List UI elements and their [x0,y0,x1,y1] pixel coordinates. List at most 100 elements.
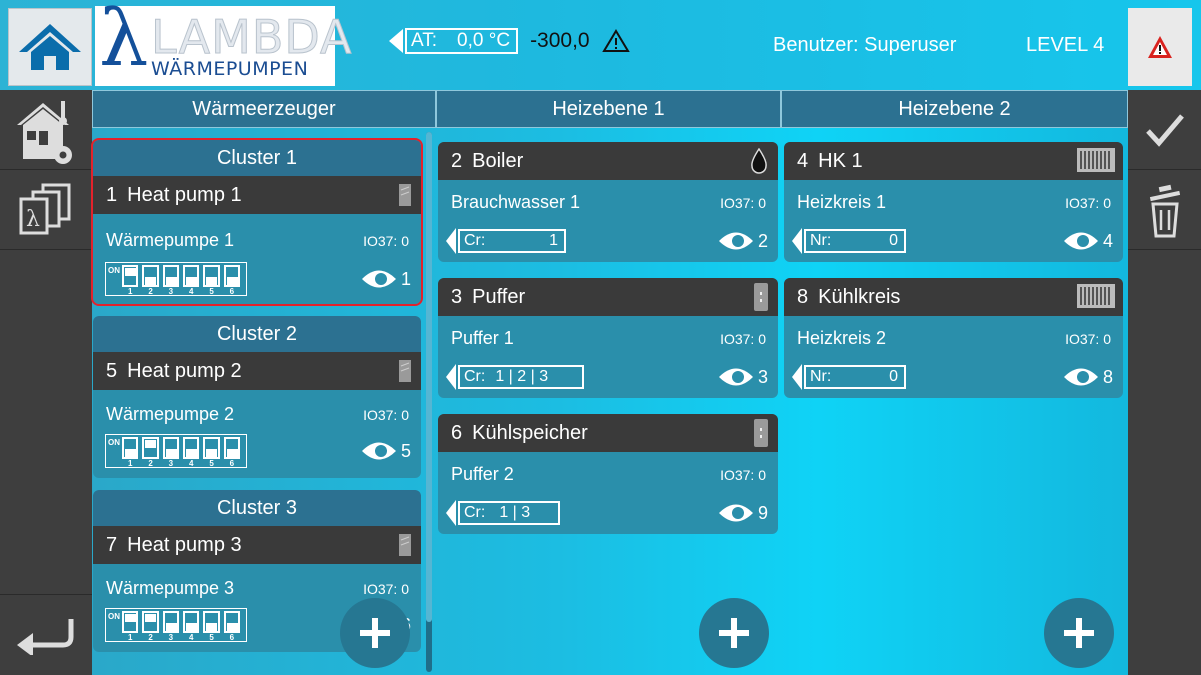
view-count: 3 [757,366,768,387]
device-header[interactable]: 3 Puffer [438,278,778,316]
cluster-ref-field[interactable]: Cr: 1 [458,229,566,253]
alert-button[interactable] [1128,8,1192,86]
view-indicator[interactable]: 9 [718,502,768,524]
add-heizebene-2-button[interactable] [1044,598,1114,668]
circuit-number[interactable]: Nr: 0 [792,364,906,390]
dip-switch-toggle[interactable]: 5 [203,437,220,468]
cluster-title: Cluster 1 [93,140,421,176]
cluster-ref[interactable]: Cr: 1 [446,228,566,254]
device-code: IO37: 0 [1065,331,1111,347]
dip-switch-toggle[interactable]: 2 [142,611,159,642]
view-indicator[interactable]: 4 [1063,230,1113,252]
dip-switch-toggle[interactable]: 1 [122,265,139,296]
cluster-ref-label: Cr: [464,504,486,521]
device-header[interactable]: 2 Boiler [438,142,778,180]
device-header[interactable]: 5 Heat pump 2 [93,352,421,390]
add-heizebene-1-button[interactable] [699,598,769,668]
access-level: LEVEL 4 [1026,34,1105,56]
trash-icon [1149,184,1180,237]
outdoor-temp-group[interactable]: AT: 0,0 °C -300,0 [389,28,630,54]
device-header[interactable]: 6 Kühlspeicher [438,414,778,452]
caret-left-icon [792,228,802,254]
cluster-title: Cluster 2 [93,316,421,352]
view-indicator[interactable]: 8 [1063,366,1113,388]
dip-switch-toggle[interactable]: 3 [162,437,179,468]
devices-button[interactable]: λ [0,170,92,250]
scrollbar-thumb[interactable] [426,132,432,622]
view-indicator[interactable]: 3 [718,366,768,388]
cluster-ref[interactable]: Cr: 1 | 3 [446,500,560,526]
home-button[interactable] [8,8,92,86]
dip-switch-toggle[interactable]: 1 [122,611,139,642]
circuit-number-field[interactable]: Nr: 0 [804,229,906,253]
dip-switch-toggle[interactable]: 3 [162,265,179,296]
dip-switch-toggle[interactable]: 6 [223,611,240,642]
back-button[interactable] [0,595,92,675]
dip-on-label: ON [108,266,120,275]
dip-switch-toggle[interactable]: 5 [203,611,220,642]
main-content: Wärmeerzeuger Heizebene 1 Heizebene 2 Cl… [91,90,1128,675]
eye-icon [718,504,753,522]
dip-switch-number: 3 [168,459,174,468]
dip-switch-toggle[interactable]: 2 [142,437,159,468]
dip-switch[interactable]: ON 1 2 3 4 5 6 [105,262,247,296]
dip-switch-number: 1 [128,287,133,296]
dip-switch-toggle[interactable]: 4 [182,611,200,642]
caret-left-icon [792,364,802,390]
circuit-number-field[interactable]: Nr: 0 [804,365,906,389]
column-header-waermeerzeuger: Wärmeerzeuger [92,90,436,128]
dip-switch-toggle[interactable]: 6 [223,265,240,296]
view-count: 4 [1102,230,1113,251]
outdoor-temp-box[interactable]: AT: 0,0 °C [389,28,519,54]
tank-icon [754,283,768,311]
dip-on-label: ON [108,438,120,447]
device-subtitle: Heizkreis 1 [797,192,887,212]
cluster-scrollbar[interactable] [426,132,432,672]
dip-switch-toggle[interactable]: 2 [142,265,159,296]
dip-switch-knob [226,277,238,285]
device-card-hk1[interactable]: 4 HK 1 Heizkreis 1 IO37: 0 Nr: 0 4 [784,142,1123,262]
device-header[interactable]: 1 Heat pump 1 [93,176,421,214]
device-header[interactable]: 4 HK 1 [784,142,1123,180]
confirm-button[interactable] [1128,90,1201,170]
dip-switch[interactable]: ON 1 2 3 4 5 6 [105,608,247,642]
device-number: 5 [106,359,118,382]
dip-switch-toggle[interactable]: 4 [182,437,200,468]
dip-switch-number: 1 [128,633,133,642]
cluster-ref-field[interactable]: Cr: 1 | 2 | 3 [458,365,584,389]
cluster-ref-field[interactable]: Cr: 1 | 3 [458,501,560,525]
system-settings-button[interactable] [0,90,92,170]
device-number: 2 [451,149,463,172]
circuit-number[interactable]: Nr: 0 [792,228,906,254]
warning-icon [601,29,630,52]
dip-switch-knob [226,623,238,631]
dip-switch-toggle[interactable]: 1 [122,437,139,468]
device-card-boiler[interactable]: 2 Boiler Brauchwasser 1 IO37: 0 Cr: 1 2 [438,142,778,262]
view-indicator[interactable]: 5 [361,440,411,462]
device-name: Puffer [472,285,526,308]
check-icon [1145,113,1184,147]
dip-switch-knob [206,277,218,285]
dip-switch-number: 2 [148,633,153,642]
column-header-heizebene-2: Heizebene 2 [781,90,1128,128]
lambda-symbol: λ [99,0,149,84]
device-card-kuehlspeicher[interactable]: 6 Kühlspeicher Puffer 2 IO37: 0 Cr: 1 | … [438,414,778,534]
cluster-card[interactable]: Cluster 2 5 Heat pump 2 Wärmepumpe 2 IO3… [93,316,421,478]
device-header[interactable]: 8 Kühlkreis [784,278,1123,316]
view-indicator[interactable]: 2 [718,230,768,252]
dip-switch-toggle[interactable]: 3 [162,611,179,642]
cluster-ref[interactable]: Cr: 1 | 2 | 3 [446,364,584,390]
dip-switch-knob [145,614,157,622]
add-cluster-button[interactable] [340,598,410,668]
dip-switch-toggle[interactable]: 5 [203,265,220,296]
device-header[interactable]: 7 Heat pump 3 [93,526,421,564]
cluster-card[interactable]: Cluster 1 1 Heat pump 1 Wärmepumpe 1 IO3… [91,138,423,306]
dip-switch[interactable]: ON 1 2 3 4 5 6 [105,434,247,468]
device-subtitle: Wärmepumpe 1 [106,230,235,250]
dip-switch-toggle[interactable]: 4 [182,265,200,296]
view-indicator[interactable]: 1 [361,268,411,290]
device-card-puffer[interactable]: 3 Puffer Puffer 1 IO37: 0 Cr: 1 | 2 | 3 … [438,278,778,398]
delete-button[interactable] [1128,170,1201,250]
dip-switch-toggle[interactable]: 6 [223,437,240,468]
device-card-kuehlkreis[interactable]: 8 Kühlkreis Heizkreis 2 IO37: 0 Nr: 0 8 [784,278,1123,398]
